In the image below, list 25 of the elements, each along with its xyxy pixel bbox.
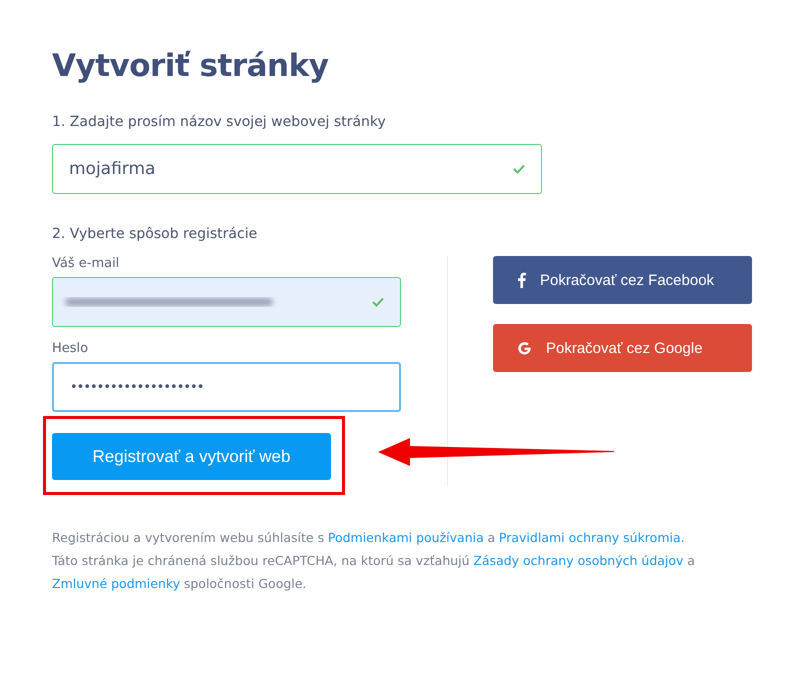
facebook-button[interactable]: Pokračovať cez Facebook [493, 256, 752, 304]
register-button[interactable]: Registrovať a vytvoriť web [52, 433, 331, 480]
check-icon [513, 164, 525, 174]
arrow-icon [378, 438, 614, 466]
legal-link[interactable]: Zmluvné podmienky [52, 572, 180, 595]
legal-link[interactable]: Pravidlami ochrany súkromia. [498, 526, 685, 549]
legal-text: a [488, 529, 496, 547]
legal-text: spoločnosti Google. [184, 575, 306, 593]
facebook-icon [517, 272, 526, 288]
page-title: Vytvoriť stránky [52, 48, 330, 84]
email-field[interactable] [52, 277, 401, 327]
legal-text: a [687, 552, 695, 570]
legal-link[interactable]: Zásady ochrany osobných údajov [473, 549, 684, 572]
legal-text: Táto stránka je chránená službou reCAPTCHA, na ktorú sa vzťahujú [52, 552, 470, 570]
step-label: 1. Zadajte prosím názov svojej webovej stránky [52, 114, 387, 130]
field-label: Váš e-mail [52, 256, 120, 271]
step-label: 2. Vyberte spôsob registrácie [52, 226, 258, 242]
legal-text: Registráciou a vytvorením webu súhlasíte s [52, 529, 324, 547]
google-icon [517, 340, 532, 356]
field-label: Heslo [52, 341, 90, 356]
password-field[interactable]: •••••••••••••••••••• [52, 362, 401, 412]
site-name-field[interactable]: mojafirma [52, 144, 542, 194]
legal-link[interactable]: Podmienkami používania [328, 526, 484, 549]
check-icon [372, 297, 384, 307]
google-button[interactable]: Pokračovať cez Google [493, 324, 752, 372]
